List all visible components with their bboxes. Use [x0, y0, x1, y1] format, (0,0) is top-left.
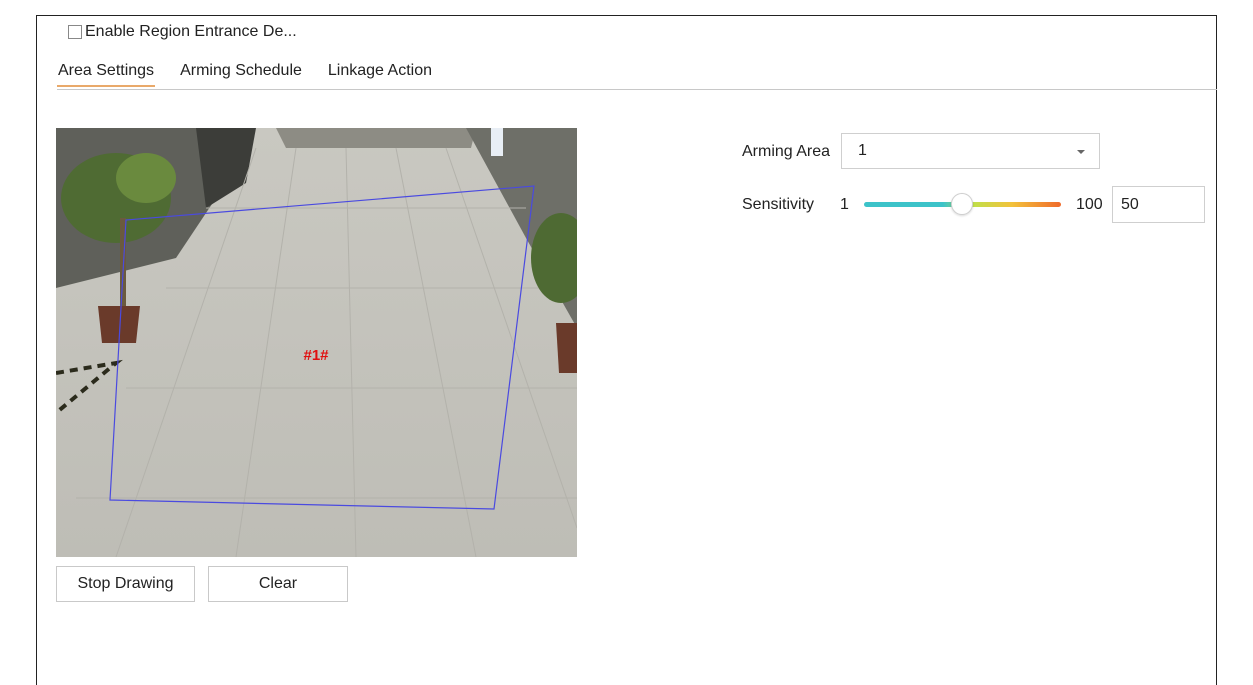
back-wall: [276, 128, 476, 148]
sensitivity-max: 100: [1076, 196, 1103, 213]
clear-button[interactable]: Clear: [208, 566, 348, 602]
video-preview[interactable]: #1#: [56, 128, 577, 557]
arming-area-label: Arming Area: [742, 143, 831, 160]
enable-checkbox[interactable]: [68, 25, 82, 39]
tab-arming-schedule[interactable]: Arming Schedule: [179, 62, 303, 86]
left-plant-leaves-highlight: [116, 153, 176, 203]
enable-row: Enable Region Entrance De...: [68, 23, 297, 41]
arming-area-value: 1: [858, 142, 867, 159]
arming-area-select[interactable]: 1: [841, 133, 1100, 169]
right-plant-pot: [556, 323, 577, 373]
sensitivity-label: Sensitivity: [742, 196, 815, 213]
video-scene: #1#: [56, 128, 577, 557]
tab-linkage-action[interactable]: Linkage Action: [327, 62, 433, 86]
stop-drawing-button[interactable]: Stop Drawing: [56, 566, 195, 602]
wall-light: [491, 128, 503, 156]
sensitivity-input[interactable]: [1112, 186, 1205, 223]
sensitivity-min: 1: [840, 196, 849, 213]
tab-area-settings[interactable]: Area Settings: [57, 62, 156, 87]
chevron-down-icon: [1077, 150, 1085, 154]
tab-divider: [57, 89, 1217, 90]
sensitivity-slider-thumb[interactable]: [950, 193, 973, 215]
region-label: #1#: [303, 347, 329, 364]
enable-label: Enable Region Entrance De...: [85, 23, 297, 40]
tab-bar: Area Settings Arming Schedule Linkage Ac…: [57, 62, 457, 87]
